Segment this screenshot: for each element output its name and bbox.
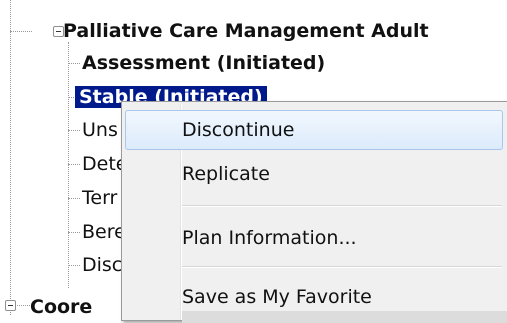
tree-node-bereavement[interactable]: Bere: [82, 220, 126, 244]
context-menu: Discontinue Replicate Plan Information..…: [121, 101, 507, 323]
tree-node-terminal[interactable]: Terr: [82, 186, 117, 210]
tree-branch: [68, 130, 80, 131]
tree-root-line: [10, 0, 11, 315]
tree-node-unstable[interactable]: Uns: [82, 118, 118, 142]
tree-branch: [68, 198, 80, 199]
tree-node-palliative-care[interactable]: Palliative Care Management Adult: [63, 19, 429, 43]
tree-child-line: [68, 42, 69, 288]
tree-branch: [68, 63, 80, 64]
menu-item-discontinue[interactable]: Discontinue: [125, 110, 503, 150]
menu-item-next-partial: [182, 311, 507, 323]
tree-branch: [68, 265, 80, 266]
tree-branch: [68, 232, 80, 233]
menu-item-replicate[interactable]: Replicate: [125, 154, 503, 194]
menu-separator: [182, 266, 502, 268]
tree-branch-parent: [10, 31, 32, 32]
tree-node-discharge[interactable]: Disc: [82, 253, 122, 277]
tree-branch: [68, 97, 74, 98]
menu-item-plan-information[interactable]: Plan Information...: [125, 218, 503, 258]
expand-icon[interactable]: [5, 300, 16, 311]
tree-branch: [68, 164, 80, 165]
tree-node-coordination[interactable]: Coore: [30, 295, 92, 319]
tree-node-assessment[interactable]: Assessment (Initiated): [82, 51, 325, 75]
menu-separator: [182, 205, 502, 207]
